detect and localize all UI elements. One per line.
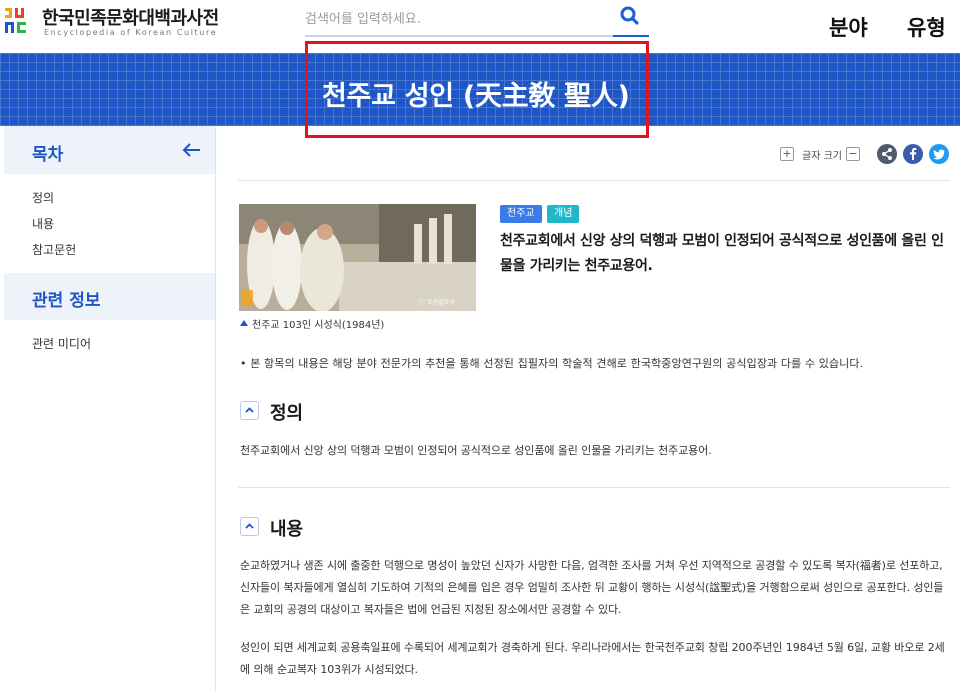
related-header: 관련 정보 (4, 273, 215, 320)
font-size-label: 글자 크기 (802, 151, 842, 162)
toc-item-content[interactable]: 내용 (32, 215, 54, 232)
section-divider (238, 487, 950, 488)
article-photo[interactable]: ⓒ 조선일보사 (239, 204, 476, 311)
toc-header: 목차 (4, 126, 215, 174)
disclaimer-notice: • 본 항목의 내용은 해당 분야 전문가의 추천을 통해 선정된 집필자의 학… (240, 357, 864, 370)
content-paragraph: 성인이 되면 세계교회 공용축일표에 수록되어 세계교회가 경축하게 된다. 우… (240, 641, 945, 676)
site-title[interactable]: 한국민족문화대백과사전 (42, 4, 219, 30)
nav-field[interactable]: 분야 (829, 12, 868, 42)
toc-item-references[interactable]: 참고문헌 (32, 241, 76, 258)
tag-concept[interactable]: 개념 (547, 205, 580, 223)
search-underline-accent (613, 35, 649, 37)
content-paragraph: 순교하였거나 생존 시에 출중한 덕행으로 명성이 높았던 신자가 사망한 다음… (240, 559, 944, 616)
font-decrease-button[interactable]: − (846, 147, 860, 161)
search-icon (620, 6, 639, 25)
divider (238, 180, 950, 181)
section-title-definition: 정의 (270, 403, 304, 424)
toc-item-definition[interactable]: 정의 (32, 189, 54, 206)
facebook-button[interactable] (903, 144, 923, 164)
search-input[interactable] (305, 5, 605, 33)
share-button[interactable] (877, 144, 897, 164)
chevron-up-icon (245, 523, 254, 529)
related-title: 관련 정보 (32, 291, 101, 311)
twitter-button[interactable] (929, 144, 949, 164)
facebook-icon (910, 148, 917, 160)
font-increase-button[interactable]: + (780, 147, 794, 161)
photo-watermark: ⓒ 조선일보사 (419, 298, 455, 306)
article-summary: 천주교회에서 신앙 상의 덕행과 모범이 인정되어 공식적으로 성인품에 올린 … (500, 233, 944, 274)
highlight-box (305, 41, 649, 138)
section-toggle-content[interactable] (240, 517, 259, 536)
share-icon (882, 148, 892, 160)
site-logo-icon[interactable] (4, 6, 38, 36)
caption-triangle-icon (240, 320, 248, 326)
section-title-content: 내용 (270, 519, 304, 540)
search-bar (305, 5, 649, 37)
toc-collapse-button[interactable] (180, 138, 204, 162)
section-toggle-definition[interactable] (240, 401, 259, 420)
definition-text: 천주교회에서 신앙 상의 덕행과 모범이 인정되어 공식적으로 성인품에 올린 … (240, 444, 712, 457)
tag-catholicism[interactable]: 천주교 (500, 205, 542, 223)
arrow-left-icon (182, 143, 200, 157)
search-underline (305, 35, 613, 37)
twitter-icon (933, 149, 945, 160)
nav-type[interactable]: 유형 (907, 12, 946, 42)
toc-title: 목차 (32, 145, 64, 165)
search-button[interactable] (614, 5, 646, 29)
related-item-media[interactable]: 관련 미디어 (32, 335, 91, 352)
sidebar: 목차 정의 내용 참고문헌 관련 정보 관련 미디어 (4, 126, 216, 691)
site-subtitle: Encyclopedia of Korean Culture (44, 28, 218, 37)
chevron-up-icon (245, 407, 254, 413)
photo-caption: 천주교 103인 시성식(1984년) (252, 320, 385, 331)
